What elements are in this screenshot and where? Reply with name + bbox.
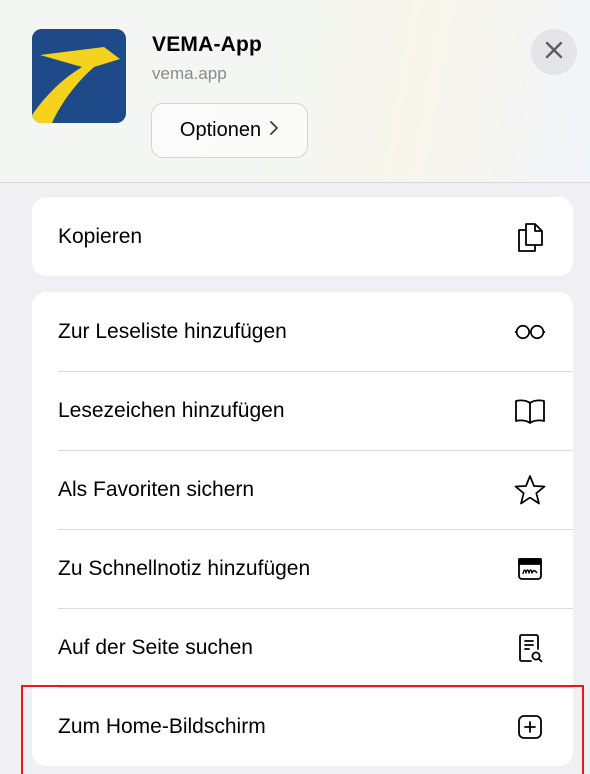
copy-icon (514, 221, 546, 253)
row-label: Auf der Seite suchen (58, 635, 253, 659)
book-icon (514, 395, 546, 427)
add-square-icon (514, 711, 546, 743)
close-icon (545, 41, 563, 64)
action-add-favorite[interactable]: Als Favoriten sichern (32, 450, 573, 529)
app-title: VEMA-App (152, 33, 263, 56)
action-add-quick-note[interactable]: Zu Schnellnotiz hinzufügen (32, 529, 573, 608)
quick-note-icon (514, 553, 546, 585)
close-button[interactable] (531, 29, 577, 75)
action-group-copy: Kopieren (32, 197, 573, 276)
options-label: Optionen (179, 119, 262, 141)
options-button[interactable]: Optionen (151, 103, 308, 158)
action-group-main: Zur Leseliste hinzufügen Lesezeichen hin… (32, 292, 573, 766)
row-label: Lesezeichen hinzufügen (58, 398, 285, 422)
row-label: Zum Home-Bildschirm (58, 714, 266, 738)
share-sheet-header: VEMA-App vema.app Optionen (0, 0, 590, 183)
find-on-page-icon (514, 632, 546, 664)
action-add-to-home-screen[interactable]: Zum Home-Bildschirm (32, 687, 573, 766)
row-label: Als Favoriten sichern (58, 477, 255, 501)
row-label: Zu Schnellnotiz hinzufügen (58, 556, 311, 580)
action-add-bookmark[interactable]: Lesezeichen hinzufügen (32, 371, 573, 450)
chevron-right-icon (269, 119, 279, 142)
action-find-on-page[interactable]: Auf der Seite suchen (32, 608, 573, 687)
vema-app-logo (32, 29, 126, 123)
app-url: vema.app (152, 64, 227, 83)
glasses-icon (514, 316, 546, 348)
row-label: Zur Leseliste hinzufügen (58, 319, 287, 343)
row-label: Kopieren (58, 224, 143, 248)
action-add-reading-list[interactable]: Zur Leseliste hinzufügen (32, 292, 573, 371)
action-copy[interactable]: Kopieren (32, 197, 573, 276)
star-icon (514, 474, 546, 506)
